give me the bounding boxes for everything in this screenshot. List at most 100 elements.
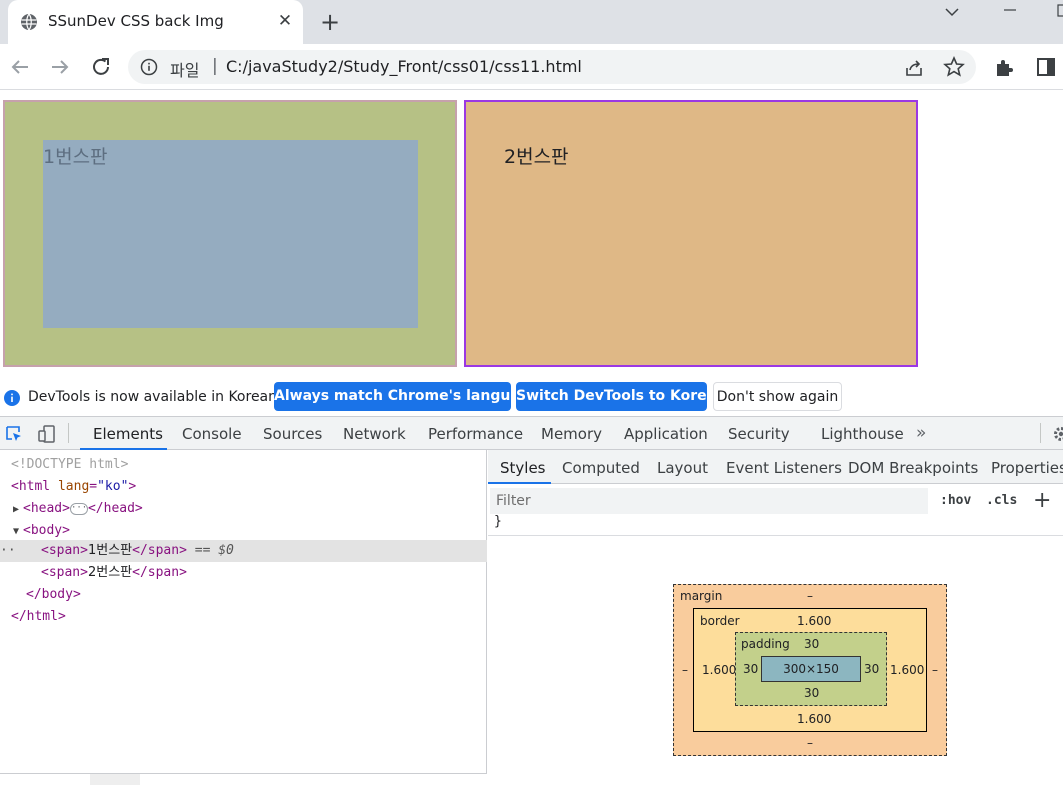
url-separator: | [212, 56, 218, 76]
page-viewport: 1번스판 2번스판 [0, 90, 1063, 380]
padding-right-value[interactable]: 30 [864, 662, 879, 676]
maximize-icon[interactable] [1052, 2, 1063, 22]
styles-filter-input[interactable] [490, 488, 928, 514]
margin-bottom-value[interactable]: – [807, 736, 813, 750]
styles-sidebar: Styles Computed Layout Event Listeners D… [488, 450, 1063, 785]
new-style-rule-button[interactable]: + [1033, 488, 1051, 513]
margin-top-value[interactable]: – [807, 589, 813, 603]
tab-styles[interactable]: Styles [500, 459, 546, 477]
more-tabs-icon[interactable]: » [916, 423, 926, 443]
border-left-value[interactable]: 1.600 [702, 663, 736, 677]
border-bottom-value[interactable]: 1.600 [797, 712, 831, 726]
hover-state-button[interactable]: :hov [940, 493, 971, 508]
span-tag: <span> [41, 543, 88, 558]
padding-left-value[interactable]: 30 [743, 662, 758, 676]
tab-console[interactable]: Console [182, 425, 242, 443]
dom-head[interactable]: ▶ <head>···</head> [13, 498, 143, 520]
box-model-content[interactable]: 300×150 [761, 656, 861, 682]
span-box-2: 2번스판 [464, 100, 918, 367]
elements-tree: <!DOCTYPE html> <html lang="ko"> ▶ <head>… [0, 450, 487, 785]
span-box-1-label: 1번스판 [43, 146, 108, 168]
side-panel-icon[interactable] [1035, 56, 1057, 78]
sidebar-tabs: Styles Computed Layout Event Listeners D… [488, 450, 1063, 484]
span-1-text: 1번스판 [87, 543, 133, 558]
extensions-puzzle-icon[interactable] [994, 56, 1016, 78]
attr-equals: = [89, 479, 98, 494]
dont-show-again-button[interactable]: Don't show again [713, 382, 842, 411]
tab-memory[interactable]: Memory [541, 425, 602, 443]
padding-bottom-value[interactable]: 30 [804, 686, 819, 700]
url-scheme-label: 파일 [170, 61, 200, 80]
margin-right-value[interactable]: – [932, 663, 938, 677]
tab-strip: SSunDev CSS back Img ✕ + [0, 0, 1063, 44]
browser-tab[interactable]: SSunDev CSS back Img ✕ [8, 0, 303, 44]
span-box-2-label: 2번스판 [504, 146, 569, 168]
margin-left-value[interactable]: – [682, 663, 688, 677]
collapsed-ellipsis-icon[interactable]: ··· [69, 502, 88, 515]
lang-value: "ko" [97, 479, 129, 494]
tab-application[interactable]: Application [624, 425, 708, 443]
address-bar[interactable]: 파일 | C:/javaStudy2/Study_Front/css01/css… [128, 50, 976, 84]
tab-dom-breakpoints[interactable]: DOM Breakpoints [848, 459, 978, 477]
box-model-border[interactable]: border 1.600 1.600 1.600 1.600 padding 3… [693, 608, 927, 732]
tab-search-chevron-icon[interactable] [940, 2, 964, 22]
breadcrumb-item[interactable] [90, 774, 140, 785]
tab-layout[interactable]: Layout [657, 459, 708, 477]
always-match-language-button[interactable]: Always match Chrome's language [274, 382, 539, 411]
dom-body-close[interactable]: </body> [26, 584, 81, 606]
browser-toolbar: 파일 | C:/javaStudy2/Study_Front/css01/css… [0, 44, 1063, 90]
tab-elements[interactable]: Elements [93, 425, 163, 443]
box-model-margin[interactable]: margin – – – – border 1.600 1.600 1.600 … [673, 584, 947, 756]
back-arrow-icon[interactable] [8, 55, 32, 79]
expand-triangle-icon[interactable]: ▶ [13, 499, 23, 521]
span-box-1: 1번스판 [3, 100, 457, 367]
dom-span-1-selected[interactable]: ·· <span>1번스판</span> == $0 [0, 540, 487, 562]
padding-label: padding [741, 637, 790, 651]
tab-network[interactable]: Network [343, 425, 406, 443]
html-tag: <html [11, 479, 51, 494]
border-top-value[interactable]: 1.600 [797, 614, 831, 628]
selected-marker: == $0 [194, 543, 234, 558]
minimize-icon[interactable] [998, 2, 1022, 22]
tab-lighthouse[interactable]: Lighthouse [821, 425, 904, 443]
span-2-text: 2번스판 [87, 565, 133, 580]
row-dots-icon[interactable]: ·· [0, 540, 16, 562]
tab-title: SSunDev CSS back Img [48, 12, 224, 30]
tab-close-icon[interactable]: ✕ [275, 11, 295, 31]
share-icon[interactable] [904, 58, 924, 78]
reload-icon[interactable] [89, 55, 113, 79]
forward-arrow-icon[interactable] [48, 55, 72, 79]
infobar-message: DevTools is now available in Korean! [28, 389, 283, 405]
dom-html-open[interactable]: <html lang="ko"> [11, 476, 136, 498]
class-toggle-button[interactable]: .cls [986, 493, 1017, 508]
bookmark-star-icon[interactable] [943, 56, 965, 78]
switch-to-korean-button[interactable]: Switch DevTools to Korean [516, 382, 726, 411]
tab-properties[interactable]: Properties [991, 459, 1063, 477]
tab-computed[interactable]: Computed [562, 459, 640, 477]
dom-body-open[interactable]: ▼ <body> [13, 520, 70, 542]
devtools-language-infobar: DevTools is now available in Korean! Alw… [0, 380, 1063, 416]
gear-icon[interactable] [1052, 425, 1063, 443]
tab-sources[interactable]: Sources [263, 425, 322, 443]
dom-doctype[interactable]: <!DOCTYPE html> [11, 454, 128, 476]
breadcrumb-bar [0, 773, 487, 785]
html-close-tag: </html> [11, 609, 66, 624]
border-right-value[interactable]: 1.600 [890, 663, 924, 677]
device-toolbar-icon[interactable] [37, 424, 57, 444]
new-tab-button[interactable]: + [318, 10, 342, 34]
inspect-element-icon[interactable] [5, 425, 23, 443]
site-info-icon[interactable] [140, 58, 158, 76]
info-icon [4, 390, 20, 406]
span-close-tag: </span> [132, 543, 187, 558]
box-model-padding[interactable]: padding 30 30 30 30 300×150 [735, 632, 887, 706]
margin-label: margin [680, 589, 723, 603]
dom-html-close[interactable]: </html> [11, 606, 66, 628]
styles-divider [488, 535, 1063, 536]
tab-security[interactable]: Security [728, 425, 790, 443]
globe-icon [21, 13, 37, 31]
dom-span-2[interactable]: <span>2번스판</span> [41, 562, 187, 584]
tab-event-listeners[interactable]: Event Listeners [726, 459, 842, 477]
padding-top-value[interactable]: 30 [804, 637, 819, 651]
url-text[interactable]: C:/javaStudy2/Study_Front/css01/css11.ht… [226, 57, 582, 76]
tab-performance[interactable]: Performance [428, 425, 523, 443]
